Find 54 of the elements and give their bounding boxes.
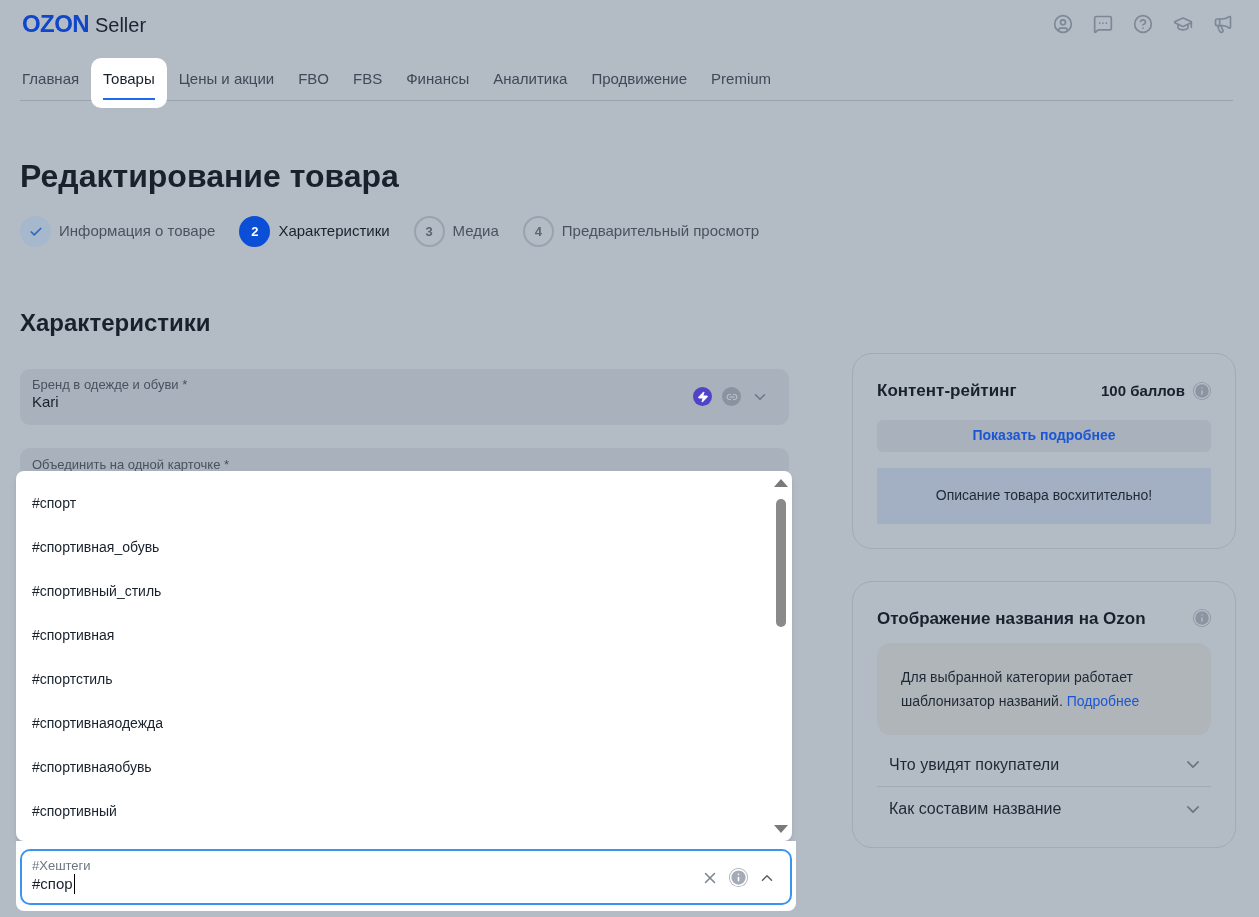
nav-tab[interactable]: Цены и акции: [166, 58, 287, 100]
nav-tab[interactable]: FBO: [286, 58, 342, 100]
note-text: Для выбранной категории работает шаблонизатор названий. Подробнее: [901, 668, 1141, 711]
lightning-icon: [693, 387, 712, 406]
page-title: Редактирование товара: [20, 157, 400, 196]
chat-icon[interactable]: [1093, 14, 1113, 34]
step-marker: 3: [413, 216, 445, 247]
hashtag-field[interactable]: #Хештеги #спор: [20, 849, 792, 905]
rating-score: 100 баллов: [1100, 380, 1185, 401]
logo[interactable]: OZON: [22, 6, 89, 42]
brand-field[interactable]: Бренд в одежде и обуви * Kari: [20, 369, 789, 425]
banner-text: Описание товара восхитительно!: [935, 486, 1153, 505]
accordion-item[interactable]: Как составим название: [877, 787, 1211, 831]
field-label: Объединить на одной карточке *: [32, 458, 231, 471]
section-title: Характеристики: [20, 308, 212, 338]
field-value: #спор: [32, 874, 75, 894]
step-marker: 2: [239, 216, 271, 247]
step-label[interactable]: Медиа: [452, 220, 499, 243]
chevron-down-icon: [1187, 805, 1199, 813]
graduation-cap-icon[interactable]: [1173, 14, 1193, 34]
step-label[interactable]: Предварительный просмотр: [561, 220, 760, 243]
nav-tab[interactable]: Финансы: [394, 58, 482, 100]
dropdown-option[interactable]: #спортивнаяобувь: [16, 745, 770, 789]
user-icon[interactable]: [1053, 14, 1073, 34]
nav-tab[interactable]: FBS: [341, 58, 395, 100]
step-label[interactable]: Информация о товаре: [59, 220, 216, 243]
dropdown-option[interactable]: #спорт: [16, 481, 770, 525]
info-icon[interactable]: [1193, 381, 1211, 400]
card-title: Контент-рейтинг: [877, 380, 1017, 402]
chevron-down-icon: [1187, 761, 1199, 768]
card-title: Отображение названия на Ozon: [877, 607, 1146, 630]
dropdown-option[interactable]: #спортивная: [16, 613, 770, 657]
nav-tab[interactable]: Продвижение: [579, 58, 700, 100]
dropdown-option[interactable]: #спортстиль: [16, 657, 770, 701]
info-icon[interactable]: [1193, 609, 1211, 628]
nav-tab[interactable]: Premium: [699, 58, 784, 100]
dropdown-option[interactable]: #спортивный: [16, 789, 770, 833]
step-label[interactable]: Характеристики: [278, 220, 390, 243]
nav-tab[interactable]: Аналитика: [481, 58, 580, 100]
link-icon: [722, 387, 741, 406]
field-label: #Хештеги: [32, 858, 91, 874]
field-label: Бренд в одежде и обуви *: [32, 377, 188, 393]
megaphone-icon[interactable]: [1213, 14, 1233, 34]
tab-underline: [103, 98, 155, 100]
help-icon[interactable]: [1133, 14, 1153, 34]
field-value: Kari: [32, 393, 60, 411]
dropdown-option[interactable]: #спортивная_обувь: [16, 525, 770, 569]
nav-tab[interactable]: Главная: [20, 58, 92, 100]
nav-tab[interactable]: Товары: [91, 58, 167, 108]
dropdown-option[interactable]: #спортивный_стиль: [16, 569, 770, 613]
accordion-item[interactable]: Что увидят покупатели: [877, 743, 1211, 787]
dropdown-option[interactable]: #спортивнаяодежда: [16, 701, 770, 745]
logo-suffix: Seller: [94, 13, 147, 38]
step-marker: 4: [522, 216, 554, 247]
